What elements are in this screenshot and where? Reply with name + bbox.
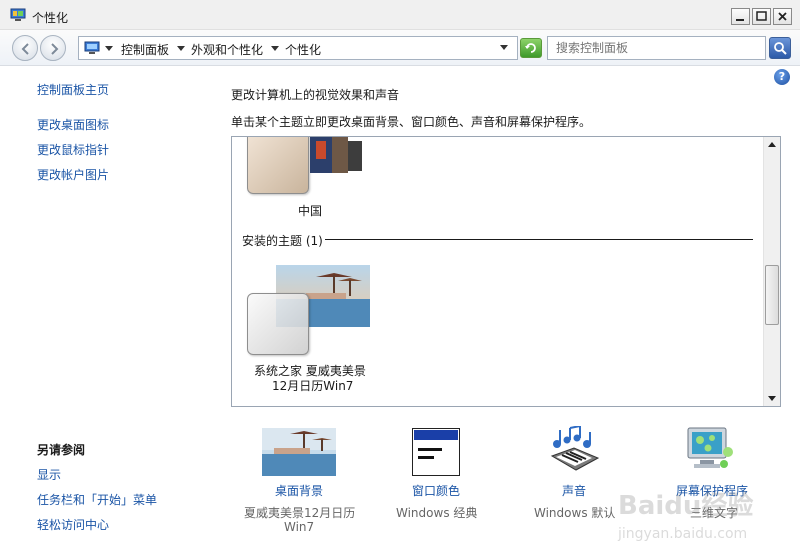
search-icon bbox=[774, 42, 787, 55]
theme-china-image bbox=[310, 137, 362, 173]
setting-value-desktop-background: 夏威夷美景12月日历 bbox=[244, 506, 356, 520]
sidebar-item-change-mouse-pointers[interactable]: 更改鼠标指针 bbox=[37, 141, 109, 158]
arrow-left-icon bbox=[21, 43, 29, 55]
close-button[interactable] bbox=[773, 8, 792, 25]
close-icon bbox=[778, 12, 787, 21]
watermark-text-url: jingyan.baidu.com bbox=[617, 526, 747, 542]
baidu-watermark: Baidu经验 jingyan.baidu.com bbox=[617, 490, 753, 542]
scroll-down-button[interactable] bbox=[764, 390, 780, 406]
chevron-down-icon[interactable] bbox=[105, 46, 113, 51]
history-dropdown-icon[interactable] bbox=[500, 45, 508, 50]
page-title: 更改计算机上的视觉效果和声音 bbox=[231, 88, 400, 102]
setting-value-sound: Windows 默认 bbox=[534, 506, 616, 520]
desktop-background-setting[interactable] bbox=[262, 428, 336, 476]
breadcrumb[interactable]: 控制面板 外观和个性化 个性化 bbox=[78, 36, 518, 60]
sidebar-item-control-panel-home[interactable]: 控制面板主页 bbox=[37, 81, 109, 98]
personalization-icon bbox=[10, 8, 26, 21]
group-divider bbox=[325, 239, 753, 240]
maximize-icon bbox=[756, 11, 767, 21]
see-also-heading: 另请参阅 bbox=[37, 443, 86, 457]
sidebar-item-change-desktop-icons[interactable]: 更改桌面图标 bbox=[37, 116, 109, 133]
watermark-text-main: Baidu经验 bbox=[618, 490, 753, 521]
forward-button[interactable] bbox=[40, 35, 66, 61]
setting-label-sound[interactable]: 声音 bbox=[562, 482, 586, 499]
title-bar: 个性化 bbox=[0, 0, 800, 30]
refresh-icon bbox=[525, 43, 536, 53]
sidebar-item-change-account-picture[interactable]: 更改帐户图片 bbox=[37, 166, 109, 183]
back-button[interactable] bbox=[12, 35, 38, 61]
breadcrumb-item-appearance[interactable]: 外观和个性化 bbox=[191, 41, 263, 58]
theme-china-preview bbox=[247, 137, 309, 194]
sound-icon bbox=[550, 425, 600, 471]
breadcrumb-item-personalization[interactable]: 个性化 bbox=[285, 41, 321, 58]
search-field[interactable] bbox=[547, 36, 766, 60]
setting-value-desktop-background-2: Win7 bbox=[284, 520, 315, 534]
theme-list[interactable]: 中国 安装的主题 (1) 系统之家 夏威夷美景 12月日历Win7 bbox=[231, 136, 781, 407]
minimize-icon bbox=[736, 19, 744, 21]
chevron-down-icon[interactable] bbox=[177, 46, 185, 51]
installed-themes-header: 安装的主题 (1) bbox=[242, 234, 323, 248]
control-panel-icon bbox=[84, 41, 100, 54]
arrow-right-icon bbox=[51, 43, 59, 55]
window-color-icon bbox=[411, 427, 461, 477]
theme-label-china[interactable]: 中国 bbox=[298, 202, 322, 219]
sidebar-item-taskbar-start-menu[interactable]: 任务栏和「开始」菜单 bbox=[37, 491, 157, 508]
screensaver-setting[interactable] bbox=[684, 426, 736, 476]
theme-label-hawaii-line2[interactable]: 12月日历Win7 bbox=[272, 377, 353, 394]
setting-value-window-color: Windows 经典 bbox=[396, 506, 478, 520]
window-color-setting[interactable] bbox=[411, 427, 461, 477]
minimize-button[interactable] bbox=[731, 8, 750, 25]
sound-setting[interactable] bbox=[548, 425, 600, 476]
screensaver-icon bbox=[687, 427, 733, 468]
page-description: 单击某个主题立即更改桌面背景、窗口颜色、声音和屏幕保护程序。 bbox=[231, 115, 592, 129]
search-input[interactable] bbox=[548, 37, 765, 59]
desktop-background-icon bbox=[262, 428, 336, 476]
theme-hawaii-preview bbox=[247, 293, 309, 355]
help-icon[interactable]: ? bbox=[774, 69, 790, 85]
theme-list-scrollbar[interactable] bbox=[763, 137, 780, 406]
address-bar: 控制面板 外观和个性化 个性化 bbox=[0, 30, 800, 66]
refresh-button[interactable] bbox=[520, 38, 542, 58]
chevron-down-icon[interactable] bbox=[271, 46, 279, 51]
maximize-button[interactable] bbox=[752, 8, 771, 25]
theme-hawaii[interactable] bbox=[246, 265, 370, 357]
setting-label-desktop-background[interactable]: 桌面背景 bbox=[275, 482, 323, 499]
scroll-thumb[interactable] bbox=[765, 265, 779, 325]
theme-china[interactable] bbox=[246, 137, 376, 197]
scroll-up-button[interactable] bbox=[764, 137, 780, 153]
window-title: 个性化 bbox=[32, 11, 69, 25]
sidebar-item-ease-of-access[interactable]: 轻松访问中心 bbox=[37, 516, 109, 533]
setting-label-window-color[interactable]: 窗口颜色 bbox=[412, 482, 460, 499]
sidebar-item-display[interactable]: 显示 bbox=[37, 466, 61, 483]
breadcrumb-item-control-panel[interactable]: 控制面板 bbox=[121, 41, 169, 58]
search-button[interactable] bbox=[769, 37, 791, 59]
